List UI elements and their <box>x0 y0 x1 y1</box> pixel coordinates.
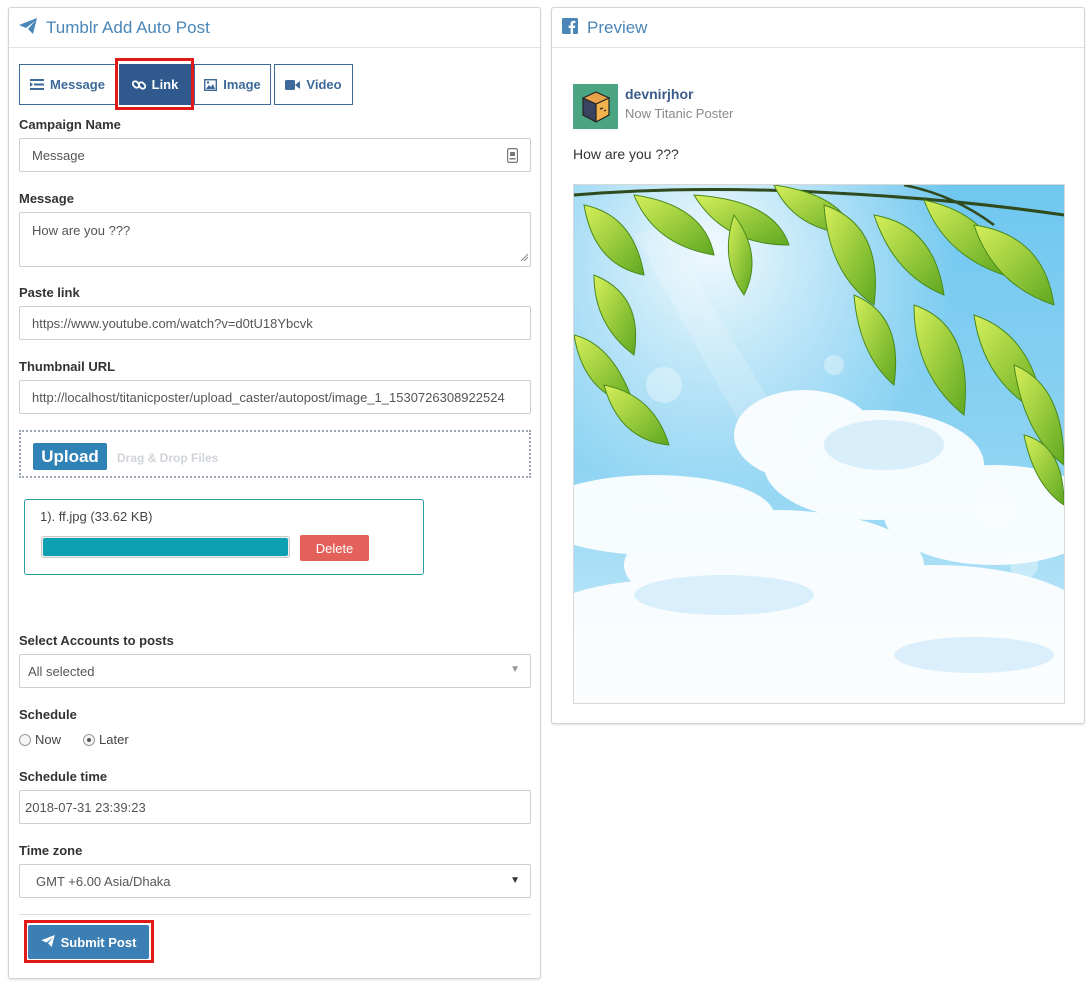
tab-image[interactable]: Image <box>194 64 271 105</box>
paste-link-label: Paste link <box>19 285 80 300</box>
list-icon <box>30 79 45 90</box>
preview-user-name[interactable]: devnirjhor <box>625 86 693 102</box>
preview-panel: Preview devnirjhor Now Titanic Poster Ho… <box>551 7 1085 724</box>
schedule-now-label: Now <box>35 732 62 747</box>
schedule-later-label: Later <box>99 732 129 747</box>
tab-video-label: Video <box>306 77 342 92</box>
panel-title: Tumblr Add Auto Post <box>46 17 210 37</box>
campaign-name-label: Campaign Name <box>19 117 121 132</box>
resize-handle-icon[interactable] <box>520 249 529 264</box>
schedule-time-label: Schedule time <box>19 769 108 784</box>
schedule-time-input[interactable]: 2018-07-31 23:39:23 <box>19 790 531 824</box>
schedule-label: Schedule <box>19 707 77 722</box>
paper-plane-icon <box>19 18 37 37</box>
accounts-value: All selected <box>28 663 95 679</box>
preview-title: Preview <box>587 17 648 37</box>
tab-video[interactable]: Video <box>274 64 353 105</box>
tab-image-label: Image <box>223 77 261 92</box>
campaign-name-input[interactable]: Message <box>19 138 531 172</box>
caret-down-icon: ▼ <box>510 875 520 886</box>
accounts-select[interactable]: All selected ▼ <box>19 654 531 688</box>
accounts-label: Select Accounts to posts <box>19 633 174 648</box>
message-textarea[interactable]: How are you ??? <box>19 212 531 267</box>
preview-user-subtitle: Now Titanic Poster <box>625 106 734 121</box>
facebook-icon <box>562 18 578 37</box>
campaign-name-value: Message <box>32 147 85 163</box>
thumbnail-url-input[interactable]: http://localhost/titanicposter/upload_ca… <box>19 380 531 414</box>
tumblr-post-panel: Tumblr Add Auto Post Message Link Image … <box>8 7 541 979</box>
preview-header: Preview <box>552 8 1084 48</box>
timezone-select[interactable]: GMT +6.00 Asia/Dhaka ▼ <box>19 864 531 898</box>
upload-button[interactable]: Upload <box>33 443 107 470</box>
uploaded-file-item: 1). ff.jpg (33.62 KB) Delete <box>24 499 424 575</box>
file-name: 1). ff.jpg (33.62 KB) <box>40 509 153 524</box>
link-tab-highlight <box>115 58 194 110</box>
upload-progress-bar <box>41 536 290 558</box>
paste-link-input[interactable]: https://www.youtube.com/watch?v=d0tU18Yb… <box>19 306 531 340</box>
paste-link-value: https://www.youtube.com/watch?v=d0tU18Yb… <box>32 315 313 331</box>
form-divider <box>19 914 531 915</box>
timezone-label: Time zone <box>19 843 83 858</box>
drag-drop-hint: Drag & Drop Files <box>117 451 219 465</box>
avatar <box>573 84 618 129</box>
tab-message-label: Message <box>50 77 105 92</box>
delete-file-button[interactable]: Delete <box>300 535 369 561</box>
schedule-radio-group: Now Later <box>19 732 129 747</box>
schedule-time-value: 2018-07-31 23:39:23 <box>25 799 146 815</box>
message-label: Message <box>19 191 74 206</box>
image-icon <box>204 78 218 91</box>
contact-card-icon <box>507 148 519 166</box>
upload-progress-fill <box>43 538 288 556</box>
thumbnail-url-label: Thumbnail URL <box>19 359 116 374</box>
file-drop-zone[interactable]: Upload Drag & Drop Files <box>19 430 531 478</box>
schedule-now-radio[interactable] <box>19 733 31 746</box>
preview-image <box>573 184 1065 704</box>
panel-header: Tumblr Add Auto Post <box>9 8 540 48</box>
schedule-later-radio[interactable] <box>83 733 96 746</box>
video-icon <box>285 79 301 90</box>
timezone-value: GMT +6.00 Asia/Dhaka <box>36 873 171 889</box>
preview-message: How are you ??? <box>573 146 679 162</box>
thumbnail-url-value: http://localhost/titanicposter/upload_ca… <box>32 389 505 405</box>
submit-highlight <box>24 920 154 963</box>
tab-message[interactable]: Message <box>19 64 116 105</box>
caret-down-icon: ▼ <box>510 664 520 675</box>
message-value: How are you ??? <box>32 223 131 238</box>
